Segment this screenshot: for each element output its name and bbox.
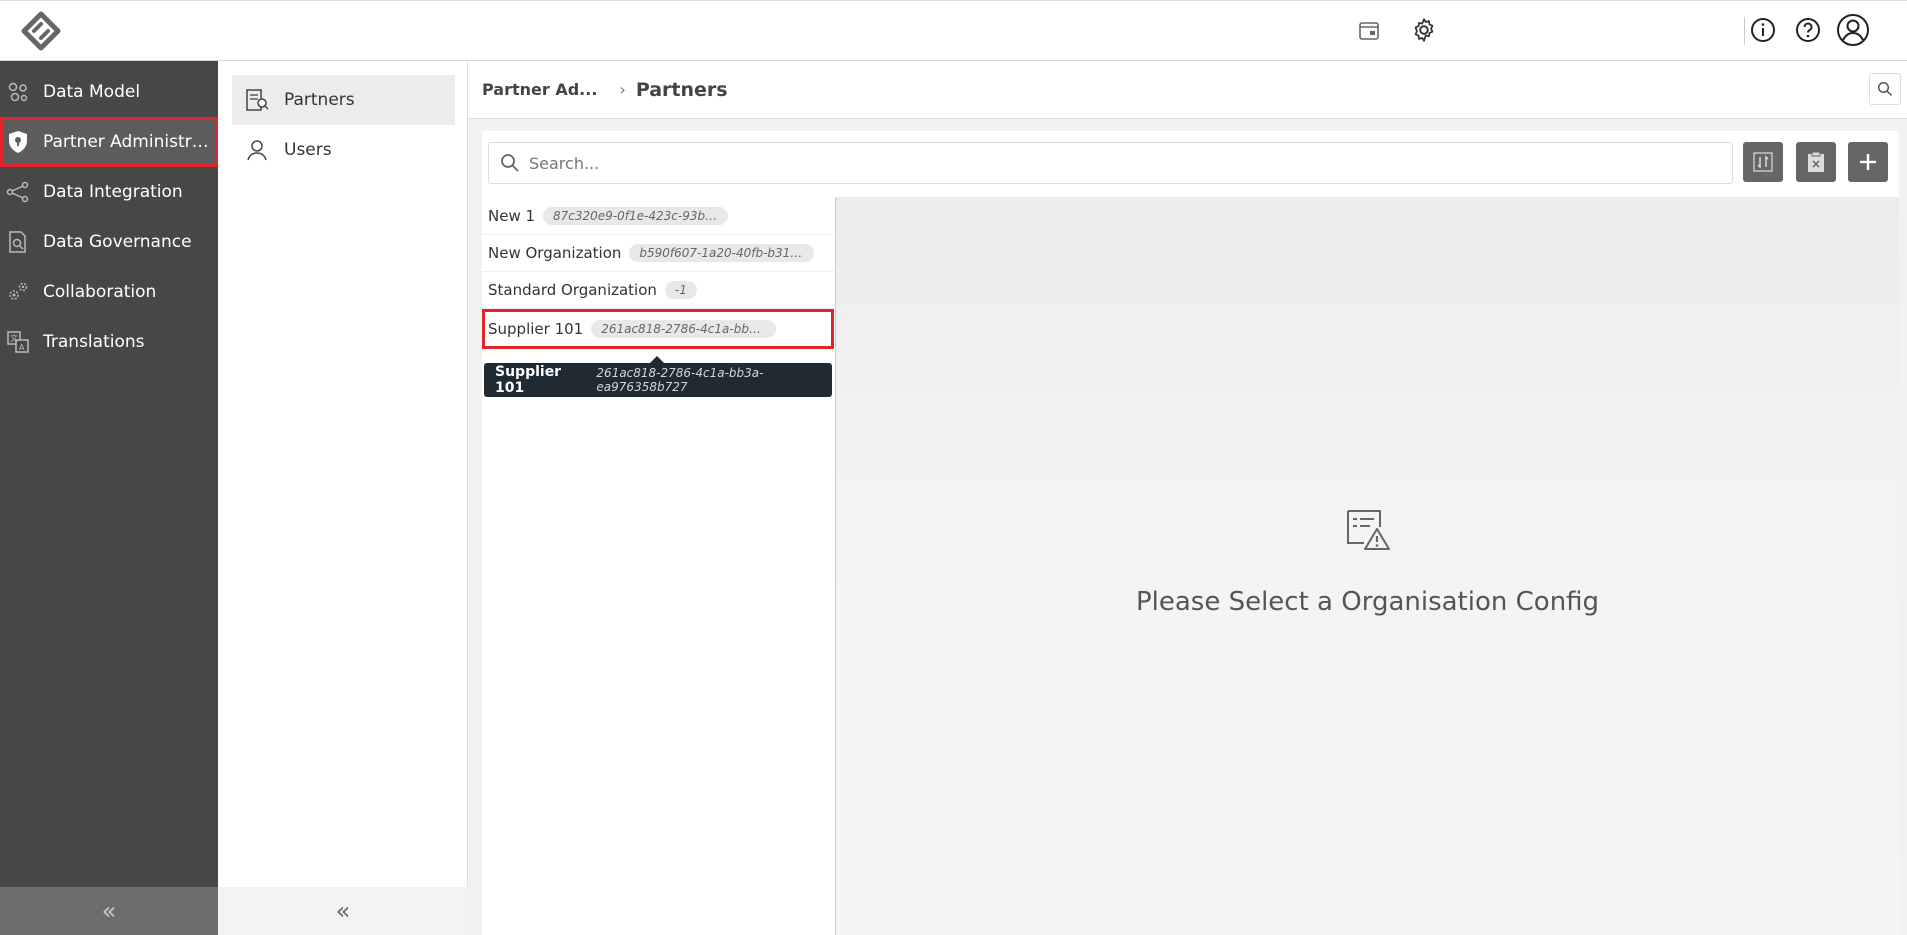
partner-tooltip: Supplier 101 261ac818-2786-4c1a-bb3a-ea9… <box>484 356 832 397</box>
nav-item-translations[interactable]: A文 Translations <box>0 317 218 367</box>
plus-icon <box>1860 154 1876 170</box>
top-divider <box>1744 17 1745 45</box>
global-search-button[interactable] <box>1869 73 1901 105</box>
empty-state-message: Please Select a Organisation Config <box>1135 587 1600 617</box>
sub-item-label: Users <box>284 140 332 160</box>
nav-item-collaboration[interactable]: Collaboration <box>0 267 218 317</box>
tooltip-id: 261ac818-2786-4c1a-bb3a-ea976358b727 <box>596 366 764 394</box>
share-nodes-icon <box>5 179 31 205</box>
partner-id-badge: 87c320e9-0f1e-423c-93b3-3fb61a14a45f <box>543 207 729 225</box>
nav-collapse-button[interactable]: « <box>0 887 218 935</box>
breadcrumb: Partner Ad... › Partners <box>468 61 1907 119</box>
nav-item-label: Collaboration <box>43 282 157 302</box>
clipboard-delete-icon <box>1808 151 1824 172</box>
top-bar <box>0 0 1907 61</box>
partner-id-badge: -1 <box>664 281 697 299</box>
svg-text:A: A <box>19 343 25 352</box>
user-avatar-icon[interactable] <box>1836 13 1870 47</box>
sync-icon <box>1753 152 1773 172</box>
list-item[interactable]: New Organization b590f607-1a20-40fb-b315… <box>482 235 834 272</box>
gear-icon[interactable] <box>1409 15 1439 45</box>
nav-item-data-governance[interactable]: Data Governance <box>0 217 218 267</box>
sub-nav: Partners Users « <box>218 61 468 935</box>
partner-name: New 1 <box>488 207 536 225</box>
nav-item-label: Translations <box>43 332 145 352</box>
user-icon <box>242 135 272 165</box>
breadcrumb-parent[interactable]: Partner Ad... <box>482 80 597 99</box>
nav-item-label: Data Model <box>43 82 141 102</box>
nav-item-label: Partner Administrati... <box>43 132 215 152</box>
nav-item-data-model[interactable]: Data Model <box>0 67 218 117</box>
calendar-icon[interactable] <box>1354 15 1384 45</box>
double-chevron-left-icon: « <box>335 897 351 925</box>
detail-panel: Please Select a Organisation Config <box>836 197 1899 935</box>
subnav-collapse-button[interactable]: « <box>218 887 468 935</box>
partners-panel: New 1 87c320e9-0f1e-423c-93b3-3fb61a14a4… <box>482 131 1899 935</box>
nav-item-partner-administration[interactable]: Partner Administrati... <box>0 117 218 167</box>
search-input[interactable] <box>529 153 1709 173</box>
search-icon <box>1877 81 1893 97</box>
data-model-icon <box>5 79 31 105</box>
delete-button[interactable] <box>1796 142 1836 182</box>
partner-name: New Organization <box>488 244 622 262</box>
help-icon[interactable] <box>1793 15 1823 45</box>
breadcrumb-current: Partners <box>635 78 728 101</box>
search-field[interactable] <box>488 142 1733 184</box>
sub-item-users[interactable]: Users <box>232 125 455 175</box>
list-item[interactable]: New 1 87c320e9-0f1e-423c-93b3-3fb61a14a4… <box>482 198 834 235</box>
list-item[interactable]: Standard Organization -1 <box>482 272 834 309</box>
double-chevron-left-icon: « <box>101 897 117 925</box>
partners-icon <box>242 85 272 115</box>
sub-item-label: Partners <box>284 90 355 110</box>
partner-id-badge: b590f607-1a20-40fb-b315-7... <box>629 244 815 262</box>
partner-name: Standard Organization <box>488 281 657 299</box>
left-nav: Data Model Partner Administrati... Data … <box>0 61 218 935</box>
config-warning-icon <box>1347 510 1390 550</box>
nav-item-label: Data Governance <box>43 232 192 252</box>
info-icon[interactable] <box>1748 15 1778 45</box>
document-search-icon <box>5 229 31 255</box>
partner-id-badge: 261ac818-2786-4c1a-bb3a-ea9763... <box>591 319 777 338</box>
breadcrumb-separator: › <box>619 80 626 99</box>
list-item[interactable]: Supplier 101 261ac818-2786-4c1a-bb3a-ea9… <box>482 309 834 349</box>
shield-icon <box>5 129 31 155</box>
translate-icon: A文 <box>5 329 31 355</box>
search-icon <box>501 154 519 172</box>
main-content: Partner Ad... › Partners New 1 87c320e9-… <box>468 61 1907 935</box>
partner-list: New 1 87c320e9-0f1e-423c-93b3-3fb61a14a4… <box>482 197 836 935</box>
partner-name: Supplier 101 <box>488 319 584 338</box>
nav-item-label: Data Integration <box>43 182 183 202</box>
sub-item-partners[interactable]: Partners <box>232 75 455 125</box>
nav-item-data-integration[interactable]: Data Integration <box>0 167 218 217</box>
gears-icon <box>5 279 31 305</box>
sync-button[interactable] <box>1743 142 1783 182</box>
svg-text:文: 文 <box>10 333 18 343</box>
add-button[interactable] <box>1848 142 1888 182</box>
app-logo-icon[interactable] <box>18 11 64 51</box>
tooltip-name: Supplier 101 <box>495 364 562 396</box>
